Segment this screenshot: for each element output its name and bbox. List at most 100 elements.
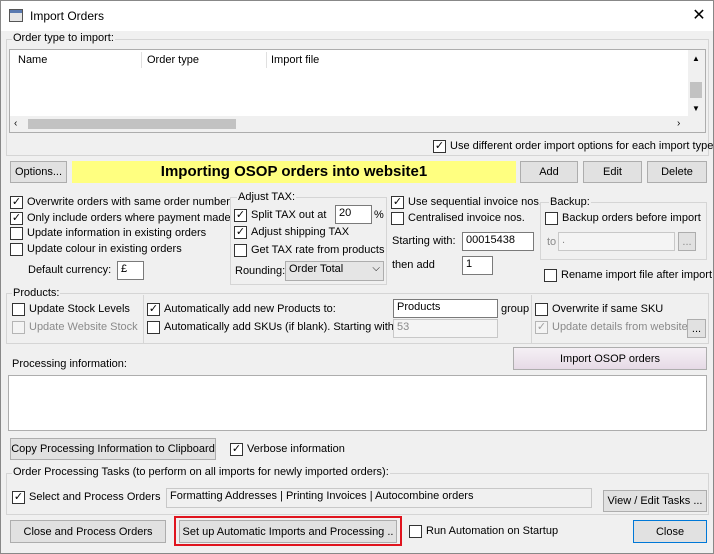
split-tax-percent-field[interactable]: 20 [335, 205, 372, 224]
chevron-down-icon: ⌵ [372, 263, 380, 274]
window-app-icon [9, 9, 23, 22]
products-group-label: Products: [12, 287, 61, 299]
close-and-process-button[interactable]: Close and Process Orders [10, 520, 166, 543]
scroll-down-icon[interactable]: ▼ [692, 104, 700, 113]
starting-with-label: Starting with: [392, 235, 456, 247]
update-info-label: Update information in existing orders [27, 227, 207, 239]
backup-path-field[interactable]: . [558, 232, 675, 251]
close-button[interactable]: Close [633, 520, 707, 543]
auto-add-skus-checkbox[interactable] [147, 321, 160, 334]
column-header-name[interactable]: Name [13, 50, 47, 70]
auto-add-skus-label: Automatically add SKUs (if blank). Start… [164, 321, 397, 333]
split-tax-checkbox[interactable]: ✓ [234, 209, 247, 222]
centralised-invoice-label: Centralised invoice nos. [408, 212, 525, 224]
rounding-select[interactable]: Order Total ⌵ [285, 261, 384, 281]
rename-import-file-label: Rename import file after import [561, 269, 712, 281]
scroll-right-icon[interactable]: › [677, 118, 680, 129]
copy-to-clipboard-button[interactable]: Copy Processing Information to Clipboard [10, 438, 216, 460]
backup-orders-checkbox[interactable] [545, 212, 558, 225]
column-header-order-type[interactable]: Order type [142, 50, 199, 70]
products-group [6, 293, 709, 344]
processing-info-box[interactable] [8, 375, 707, 431]
rename-import-file-checkbox[interactable] [544, 269, 557, 282]
tasks-group-label: Order Processing Tasks (to perform on al… [12, 466, 390, 478]
rounding-value: Order Total [289, 263, 344, 275]
overwrite-orders-label: Overwrite orders with same order number [27, 196, 230, 208]
column-header-import-file[interactable]: Import file [266, 50, 319, 70]
scroll-up-icon[interactable]: ▲ [692, 54, 700, 63]
centralised-invoice-checkbox[interactable] [391, 212, 404, 225]
sku-start-field[interactable]: 53 [393, 319, 498, 338]
sequential-invoice-checkbox[interactable]: ✓ [391, 196, 404, 209]
processing-info-label: Processing information: [12, 358, 127, 370]
percent-label: % [374, 209, 384, 221]
use-different-options-label: Use different order import options for e… [450, 140, 714, 152]
starting-invoice-field[interactable]: 00015438 [462, 232, 534, 251]
product-group-field[interactable]: Products [393, 299, 498, 318]
auto-add-products-checkbox[interactable]: ✓ [147, 303, 160, 316]
import-orders-window: Import Orders ✕ Order type to import: Na… [0, 0, 714, 554]
run-automation-startup-label: Run Automation on Startup [426, 525, 559, 537]
update-colour-checkbox[interactable] [10, 243, 23, 256]
select-process-orders-checkbox[interactable]: ✓ [12, 491, 25, 504]
verbose-info-label: Verbose information [247, 443, 345, 455]
close-icon[interactable]: ✕ [688, 5, 710, 27]
order-type-list[interactable]: Name Order type Import file ▲ ▼ ‹ › [9, 49, 706, 133]
auto-add-products-label: Automatically add new Products to: [164, 303, 336, 315]
update-stock-levels-checkbox[interactable] [12, 303, 25, 316]
view-edit-tasks-button[interactable]: View / Edit Tasks ... [603, 490, 707, 512]
select-process-orders-label: Select and Process Orders [29, 491, 161, 503]
update-details-label: Update details from website [552, 321, 688, 333]
default-currency-label: Default currency: [28, 264, 112, 276]
horizontal-scrollbar[interactable]: ‹ › [10, 116, 705, 132]
update-info-checkbox[interactable] [10, 227, 23, 240]
tasks-summary-field[interactable]: Formatting Addresses | Printing Invoices… [166, 488, 592, 508]
sequential-invoice-label: Use sequential invoice nos. [408, 196, 542, 208]
order-type-group-label: Order type to import: [12, 32, 115, 44]
then-add-label: then add [392, 259, 435, 271]
only-include-paid-label: Only include orders where payment made [27, 212, 231, 224]
adjust-shipping-tax-label: Adjust shipping TAX [251, 226, 350, 238]
use-different-options-checkbox[interactable]: ✓ [433, 140, 446, 153]
tax-rate-from-products-checkbox[interactable] [234, 244, 247, 257]
update-stock-levels-label: Update Stock Levels [29, 303, 130, 315]
import-banner: Importing OSOP orders into website1 [72, 161, 516, 183]
rounding-label: Rounding: [235, 265, 286, 277]
scroll-left-icon[interactable]: ‹ [14, 118, 17, 129]
update-website-stock-label: Update Website Stock [29, 321, 138, 333]
adjust-shipping-tax-checkbox[interactable]: ✓ [234, 226, 247, 239]
update-colour-label: Update colour in existing orders [27, 243, 182, 255]
backup-to-label: to [547, 236, 557, 248]
then-add-field[interactable]: 1 [462, 256, 493, 275]
adjust-tax-group-label: Adjust TAX: [237, 191, 297, 203]
tax-rate-from-products-label: Get TAX rate from products [251, 244, 385, 256]
update-details-checkbox[interactable]: ✓ [535, 321, 548, 334]
title-bar: Import Orders ✕ [1, 1, 713, 31]
delete-button[interactable]: Delete [647, 161, 707, 183]
vertical-scrollbar[interactable]: ▲ ▼ [688, 50, 705, 117]
split-tax-label: Split TAX out at [251, 209, 327, 221]
update-website-stock-checkbox[interactable] [12, 321, 25, 334]
vertical-scroll-thumb[interactable] [690, 82, 702, 98]
products-divider-2 [531, 295, 532, 343]
edit-button[interactable]: Edit [583, 161, 642, 183]
verbose-info-checkbox[interactable]: ✓ [230, 443, 243, 456]
options-button[interactable]: Options... [10, 161, 67, 183]
overwrite-same-sku-label: Overwrite if same SKU [552, 303, 664, 315]
setup-automatic-imports-button[interactable]: Set up Automatic Imports and Processing … [179, 520, 397, 543]
overwrite-same-sku-checkbox[interactable] [535, 303, 548, 316]
backup-browse-button[interactable]: ... [678, 232, 696, 251]
backup-orders-label: Backup orders before import [562, 212, 701, 224]
update-details-browse-button[interactable]: ... [687, 319, 706, 338]
import-osop-orders-button[interactable]: Import OSOP orders [513, 347, 707, 370]
only-include-paid-checkbox[interactable]: ✓ [10, 212, 23, 225]
add-button[interactable]: Add [520, 161, 578, 183]
default-currency-field[interactable]: £ [117, 261, 144, 280]
overwrite-orders-checkbox[interactable]: ✓ [10, 196, 23, 209]
run-automation-startup-checkbox[interactable] [409, 525, 422, 538]
window-title: Import Orders [30, 9, 105, 23]
backup-group [540, 202, 707, 260]
products-divider [143, 295, 144, 343]
backup-group-label: Backup: [549, 196, 591, 208]
horizontal-scroll-thumb[interactable] [28, 119, 236, 129]
